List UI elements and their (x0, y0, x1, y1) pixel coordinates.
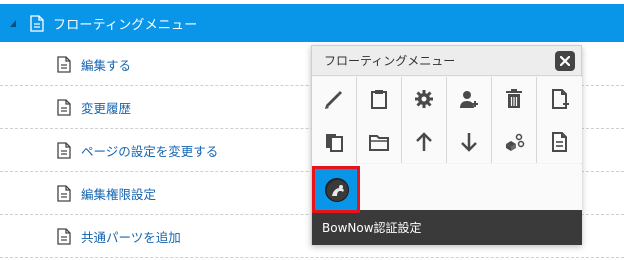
settings-button[interactable] (402, 77, 447, 120)
arrow-down-icon (461, 132, 477, 152)
pencil-icon (325, 90, 342, 109)
clipboard-icon (371, 89, 387, 109)
folder-icon (369, 134, 389, 151)
tooltip-text: BowNow認証設定 (322, 221, 422, 235)
menu-tooltip: BowNow認証設定 (312, 210, 582, 245)
tree-node-floating-menu[interactable]: フローティングメニュー (0, 4, 624, 42)
new-page-button[interactable] (537, 77, 582, 120)
add-user-button[interactable] (447, 77, 492, 120)
move-up-button[interactable] (402, 120, 447, 163)
parts-icon (506, 133, 525, 151)
new-document-icon (551, 88, 569, 109)
floating-menu-titlebar[interactable]: フローティングメニュー (312, 46, 581, 76)
bownow-auth-button[interactable] (314, 168, 359, 211)
tree-item-label[interactable]: 編集権限設定 (81, 184, 156, 203)
floating-menu-row-3 (312, 164, 582, 211)
copy-icon (326, 133, 343, 152)
paste-button[interactable] (357, 77, 402, 120)
move-down-button[interactable] (447, 120, 492, 163)
document-icon (57, 56, 71, 73)
tree-item-label[interactable]: 編集する (81, 55, 131, 74)
tree-item-label[interactable]: 変更履歴 (81, 98, 131, 117)
floating-menu-grid (312, 77, 582, 163)
tree-item-label[interactable]: 共通パーツを追加 (81, 227, 181, 246)
tree-item-label[interactable]: ページの設定を変更する (81, 141, 218, 160)
document-icon (30, 14, 44, 32)
arrow-up-icon (416, 131, 432, 151)
delete-button[interactable] (492, 77, 537, 120)
parts-button[interactable] (492, 120, 537, 163)
close-button[interactable] (555, 51, 575, 71)
floating-menu: フローティングメニュー BowNow認証設定 (311, 45, 582, 245)
document-icon (57, 142, 71, 159)
document-icon (57, 99, 71, 116)
trash-icon (506, 88, 522, 108)
document-icon (57, 228, 71, 245)
add-user-icon (460, 90, 478, 108)
collapse-caret-icon[interactable] (10, 19, 16, 27)
document-icon (57, 185, 71, 202)
close-icon (560, 56, 570, 66)
gear-icon (415, 89, 433, 108)
bownow-logo-icon (324, 177, 349, 202)
document-icon (551, 131, 567, 152)
tree-node-label: フローティングメニュー (53, 17, 198, 33)
move-folder-button[interactable] (357, 120, 402, 163)
copy-button[interactable] (312, 120, 357, 163)
edit-button[interactable] (312, 77, 357, 120)
document-button[interactable] (537, 120, 582, 163)
floating-menu-title: フローティングメニュー (324, 54, 456, 68)
